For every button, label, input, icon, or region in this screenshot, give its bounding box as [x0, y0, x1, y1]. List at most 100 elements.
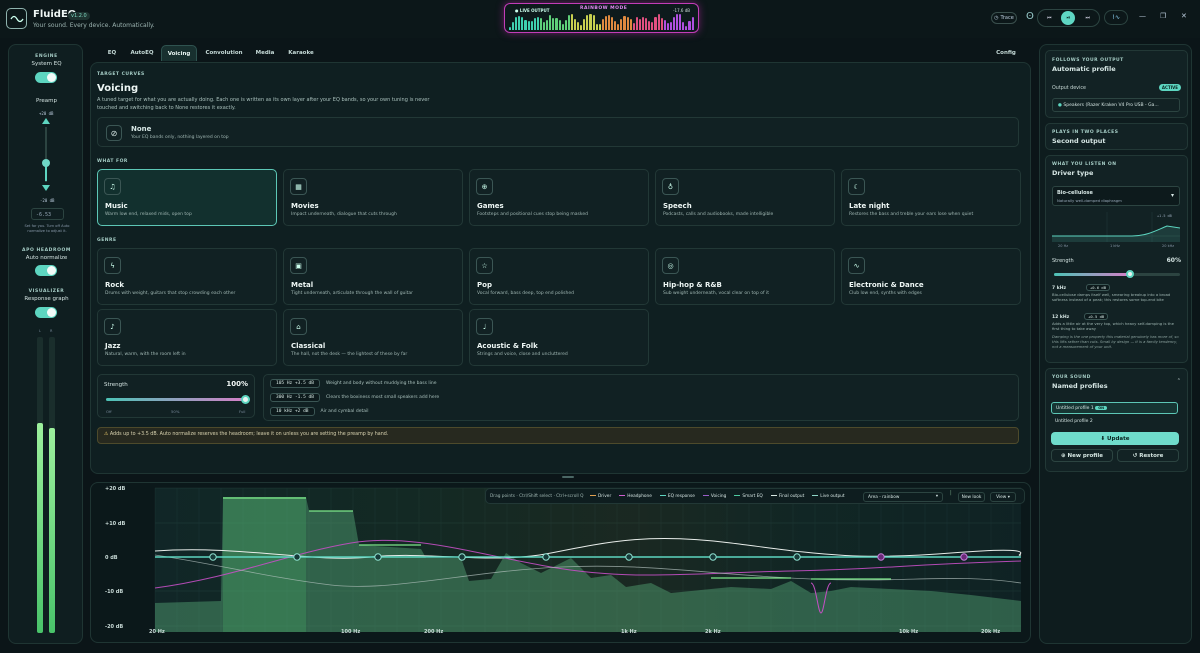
driver-type-select[interactable]: Bio-cellulose Naturally well-damped diap… [1052, 186, 1180, 206]
waveform-toggle-icon[interactable]: ⌇∿ [1104, 10, 1128, 25]
output-device-select[interactable]: ● Speakers (Razer Kraken V4 Pro USB - Ga… [1052, 98, 1180, 112]
voicing-card-acoustic-folk[interactable]: ♩ Acoustic & Folk Strings and voice, close… [469, 309, 649, 366]
tab-autoeq[interactable]: AutoEQ [127, 45, 157, 61]
next-track-icon[interactable]: ⏭ [1085, 15, 1090, 21]
card-description: Podcasts, calls and audiobooks, made int… [663, 212, 774, 217]
chevron-up-icon[interactable]: ⌃ [1177, 378, 1181, 384]
response-graph-toggle[interactable] [35, 307, 57, 318]
voicing-card-pop[interactable]: ☆ Pop Vocal forward, bass deep, top end po… [469, 248, 649, 305]
your-sound-caption: YOUR SOUND [1052, 375, 1091, 380]
spectrum-bar [688, 21, 691, 30]
response-graph-canvas[interactable] [91, 483, 1031, 643]
second-output-card[interactable]: PLAYS IN TWO PLACES Second output [1045, 123, 1188, 150]
close-icon[interactable]: ✕ [1181, 12, 1187, 20]
legend-item[interactable]: Headphone [619, 494, 652, 499]
trace-button[interactable]: ◷ Trace [991, 12, 1017, 24]
eq-point[interactable] [293, 553, 301, 561]
minimize-icon[interactable]: — [1139, 12, 1146, 20]
eq-point[interactable] [709, 553, 717, 561]
meter-right [49, 337, 55, 633]
tab-media[interactable]: Media [251, 45, 279, 61]
new-look-button[interactable]: New look [958, 492, 985, 502]
legend-item[interactable]: Voicing [702, 494, 726, 499]
strength-slider-track[interactable] [106, 398, 246, 401]
preamp-value-field[interactable]: -6.53 [31, 208, 64, 220]
voicing-card-movies[interactable]: ▦ Movies Impact underneath, dialogue that … [283, 169, 463, 226]
voicing-card-classical[interactable]: ⌂ Classical The hall, not the desk — the l… [283, 309, 463, 366]
preamp-down-icon[interactable] [42, 185, 50, 191]
spectrum-bar [561, 23, 564, 30]
response-graph-panel[interactable]: +20 dB +10 dB 0 dB -10 dB -20 dB 20 Hz 100 Hz… [90, 482, 1031, 643]
film-icon: ▦ [290, 178, 307, 195]
eq-point[interactable] [458, 553, 466, 561]
eq-point[interactable] [960, 553, 968, 561]
eq-point[interactable] [877, 553, 885, 561]
legend-item[interactable]: EQ response [659, 494, 695, 499]
voicing-card-rock[interactable]: ϟ Rock Drums with weight, guitars that sto… [97, 248, 277, 305]
strength-scale-off: Off [106, 409, 112, 414]
eq-point[interactable] [209, 553, 217, 561]
system-eq-toggle[interactable] [35, 72, 57, 83]
voicing-card-music[interactable]: ♫ Music Warm low end, relaxed mids, open t… [97, 169, 277, 226]
x-axis-label: 20 Hz [149, 629, 165, 635]
restore-button[interactable]: ↺ Restore [1117, 449, 1179, 462]
tab-eq[interactable]: EQ [101, 45, 123, 61]
mascot-icon[interactable]: ʘ [1026, 11, 1034, 22]
profile-item-active[interactable]: Untitled profile 1 ON [1051, 402, 1178, 414]
voicing-card-hip-hop-r-b[interactable]: ◎ Hip-hop & R&B Sub weight underneath, voc… [655, 248, 835, 305]
legend-item[interactable]: Live output [812, 494, 845, 499]
output-device-value: Speakers (Razer Kraken V4 Pro USB - Ga..… [1063, 103, 1159, 108]
previous-track-icon[interactable]: ⏮ [1047, 15, 1052, 21]
eq-point[interactable] [374, 553, 382, 561]
eq-point[interactable] [625, 553, 633, 561]
preamp-up-icon[interactable] [42, 118, 50, 124]
spectrum-bar [648, 21, 651, 30]
new-profile-button[interactable]: ⊕ New profile [1051, 449, 1113, 462]
live-output-meter[interactable]: ● LIVE OUTPUT RAINBOW MODE -17.6 dB [504, 3, 699, 33]
meter-left [37, 337, 43, 633]
voicing-card-metal[interactable]: ▣ Metal Tight underneath, articulate throu… [283, 248, 463, 305]
music-note-icon: ♫ [104, 178, 121, 195]
maximize-icon[interactable]: ❐ [1160, 12, 1166, 20]
eq-point[interactable] [542, 553, 550, 561]
auto-normalize-toggle[interactable] [35, 265, 57, 276]
none-option-card[interactable]: ⊘ None Your EQ bands only, nothing layer… [97, 117, 1019, 147]
active-badge: ACTIVE [1158, 84, 1181, 91]
legend-label: Live output [820, 494, 845, 499]
legend-item[interactable]: Final output [770, 494, 804, 499]
what-for-caption: WHAT FOR [97, 159, 128, 164]
card-title: Metal [291, 281, 314, 289]
panel-resize-handle[interactable] [562, 476, 574, 478]
card-description: Tight underneath, articulate through the… [291, 291, 414, 296]
note-chip: +0.5 dB [1084, 313, 1109, 320]
driver-strength-thumb[interactable] [1125, 270, 1134, 278]
rainbow-mode-label: RAINBOW MODE [580, 6, 628, 11]
driver-strength-track[interactable] [1054, 273, 1180, 276]
strength-slider-thumb[interactable] [241, 395, 250, 404]
voicing-card-late-night[interactable]: ☾ Late night Restores the bass and treble … [841, 169, 1021, 226]
voicing-card-jazz[interactable]: ♪ Jazz Natural, warm, with the room left i… [97, 309, 277, 366]
legend-item[interactable]: Driver [590, 494, 611, 499]
tab-voicing[interactable]: Voicing [161, 45, 197, 61]
voicing-card-speech[interactable]: ♁ Speech Podcasts, calls and audiobooks, m… [655, 169, 835, 226]
play-pause-button[interactable]: ⏯ [1061, 11, 1076, 25]
spectrum-bar [614, 20, 617, 30]
spectrum-bar [586, 15, 589, 30]
star-icon: ☆ [476, 257, 493, 274]
legend-item[interactable]: Smart EQ [734, 494, 763, 499]
voicing-card-electronic-dance[interactable]: ∿ Electronic & Dance Club low end, synths … [841, 248, 1021, 305]
tab-karaoke[interactable]: Karaoke [283, 45, 319, 61]
graph-style-dropdown[interactable]: Area - rainbow ▾ [863, 492, 943, 502]
none-title: None [131, 125, 152, 133]
view-button[interactable]: View ▾ [990, 492, 1016, 502]
tab-convolution[interactable]: Convolution [201, 45, 247, 61]
warning-text: Adds up to +3.5 dB. Auto normalize reser… [109, 432, 389, 437]
tab-config[interactable]: Config [991, 45, 1021, 61]
preamp-slider-thumb[interactable] [42, 159, 50, 167]
x-axis-label: 10k Hz [899, 629, 919, 635]
eq-point[interactable] [793, 553, 801, 561]
strength-card: Strength 100% Off 50% Full [97, 374, 255, 418]
profile-item[interactable]: Untitled profile 2 [1051, 416, 1178, 428]
update-button[interactable]: ⬇ Update [1051, 432, 1179, 445]
voicing-card-games[interactable]: ⊕ Games Footsteps and positional cues stop… [469, 169, 649, 226]
